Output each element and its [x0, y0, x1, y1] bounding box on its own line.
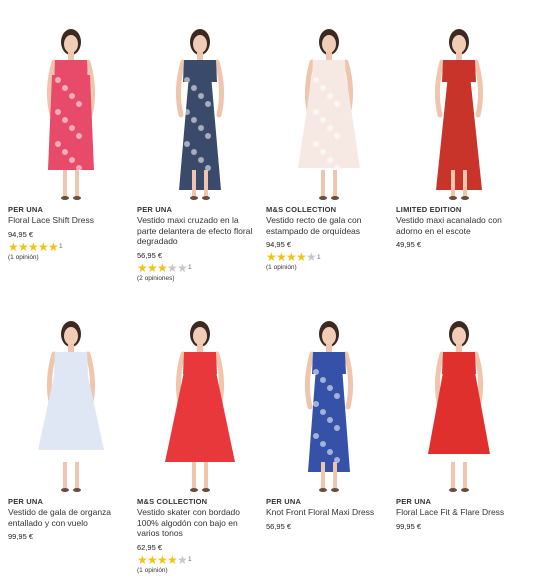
star-rating: ★ ★ ★ ★ ★ 1 [137, 262, 262, 274]
star-rating: ★ ★ ★ ★ ★ 1 [8, 241, 133, 253]
model-photo-icon [304, 321, 354, 492]
model-photo-icon [428, 321, 490, 492]
product-card[interactable]: PER UNA Vestido maxi cruzado en la parte… [137, 20, 262, 282]
product-image[interactable] [266, 20, 391, 205]
product-price: 99,95 € [8, 532, 34, 541]
rating-count: 1 [59, 243, 63, 250]
product-card[interactable]: M&S COLLECTION Vestido skater con bordad… [137, 312, 262, 574]
product-name-link[interactable]: Vestido maxi cruzado en la parte delante… [137, 215, 259, 247]
star-icon: ★ [48, 239, 59, 254]
product-brand: M&S COLLECTION [137, 497, 208, 506]
rating-count: 1 [188, 556, 192, 563]
product-name-link[interactable]: Floral Lace Fit & Flare Dress [396, 507, 518, 518]
product-name-link[interactable]: Vestido maxi acanalado con adorno en el … [396, 215, 518, 236]
product-image[interactable] [396, 20, 521, 205]
product-price: 94,95 € [266, 240, 292, 249]
product-price: 99,95 € [396, 521, 422, 531]
product-price: 62,95 € [137, 542, 163, 552]
star-icon: ★ [167, 260, 178, 275]
product-brand: LIMITED EDITION [396, 205, 462, 214]
product-brand: PER UNA [396, 497, 432, 506]
star-icon: ★ [38, 239, 49, 254]
star-icon: ★ [157, 260, 168, 275]
product-brand: PER UNA [8, 205, 44, 214]
reviews-link[interactable]: (1 opinión) [137, 567, 262, 574]
star-rating: ★ ★ ★ ★ ★ 1 [137, 554, 262, 566]
product-card[interactable]: PER UNA Vestido de gala de organza ental… [8, 312, 133, 541]
product-card[interactable]: PER UNA Floral Lace Shift Dress 94,95 € … [8, 20, 133, 261]
product-brand: M&S COLLECTION [266, 205, 337, 214]
reviews-link[interactable]: (1 opinión) [266, 264, 391, 271]
star-rating: ★ ★ ★ ★ ★ 1 [266, 251, 391, 263]
product-card[interactable]: LIMITED EDITION Vestido maxi acanalado c… [396, 20, 521, 249]
product-name-link[interactable]: Vestido de gala de organza entallado y c… [8, 507, 130, 528]
product-image[interactable] [8, 312, 133, 497]
product-price: 94,95 € [8, 229, 34, 239]
star-icon: ★ [147, 260, 158, 275]
product-image[interactable] [137, 20, 262, 205]
product-image[interactable] [137, 312, 262, 497]
model-photo-icon [434, 29, 484, 200]
model-photo-icon [165, 321, 235, 492]
star-icon: ★ [8, 239, 19, 254]
rating-count: 1 [188, 264, 192, 271]
star-icon: ★ [28, 239, 39, 254]
product-image[interactable] [396, 312, 521, 497]
star-icon: ★ [137, 260, 148, 275]
star-icon: ★ [167, 552, 178, 567]
product-brand: PER UNA [8, 497, 44, 506]
star-icon: ★ [177, 260, 188, 275]
product-name-link[interactable]: Floral Lace Shift Dress [8, 215, 130, 226]
star-icon: ★ [177, 552, 188, 567]
product-price: 56,95 € [266, 521, 292, 531]
product-price: 56,95 € [137, 250, 163, 260]
star-icon: ★ [147, 552, 158, 567]
star-icon: ★ [286, 250, 297, 264]
product-image[interactable] [8, 20, 133, 205]
star-icon: ★ [137, 552, 148, 567]
model-photo-icon [46, 29, 96, 200]
star-icon: ★ [306, 250, 317, 264]
product-card[interactable]: PER UNA Floral Lace Fit & Flare Dress 99… [396, 312, 521, 531]
model-photo-icon [298, 29, 360, 200]
star-icon: ★ [18, 239, 29, 254]
product-card[interactable]: M&S COLLECTION Vestido recto de gala con… [266, 20, 391, 271]
rating-count: 1 [317, 253, 321, 261]
model-photo-icon [38, 321, 104, 492]
star-icon: ★ [276, 250, 287, 264]
reviews-link[interactable]: (2 opiniones) [137, 275, 262, 282]
product-brand: PER UNA [266, 497, 302, 506]
star-icon: ★ [266, 250, 277, 264]
product-card[interactable]: PER UNA Knot Front Floral Maxi Dress 56,… [266, 312, 391, 531]
product-name-link[interactable]: Vestido recto de gala con estampado de o… [266, 215, 388, 236]
model-photo-icon [175, 29, 225, 200]
reviews-link[interactable]: (1 opinión) [8, 254, 133, 261]
product-name-link[interactable]: Knot Front Floral Maxi Dress [266, 507, 388, 518]
star-icon: ★ [296, 250, 307, 264]
product-brand: PER UNA [137, 205, 173, 214]
product-image[interactable] [266, 312, 391, 497]
product-price: 49,95 € [396, 240, 422, 249]
star-icon: ★ [157, 552, 168, 567]
product-name-link[interactable]: Vestido skater con bordado 100% algodón … [137, 507, 259, 539]
